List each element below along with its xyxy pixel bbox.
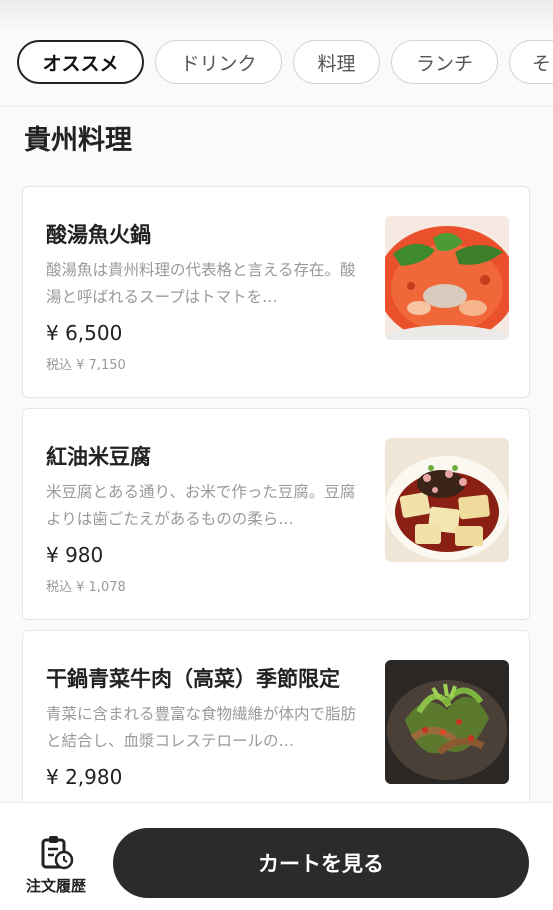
order-history-button[interactable]: 注文履歴 — [10, 833, 102, 895]
menu-item-card[interactable]: 紅油米豆腐 米豆腐とある通り、お米で作った豆腐。豆腐よりは歯ごたえがあるものの柔… — [22, 408, 530, 620]
item-price: ¥ 2,980 — [46, 765, 123, 789]
item-description: 酸湯魚は貴州料理の代表格と言える存在。酸湯と呼ばれるスープはトマトを… — [46, 261, 356, 306]
item-description: 米豆腐とある通り、お米で作った豆腐。豆腐よりは歯ごたえがあるものの柔ら… — [46, 483, 356, 528]
item-photo[interactable] — [385, 438, 509, 562]
order-history-label: 注文履歴 — [25, 877, 86, 895]
view-cart-button[interactable]: カートを見る — [113, 828, 529, 898]
item-price: ¥ 980 — [46, 543, 104, 567]
item-tax-price: 税込 ¥ 1,078 — [46, 580, 126, 595]
tab-dishes[interactable]: 料理 — [293, 40, 380, 84]
item-description: 青菜に含まれる豊富な食物繊維が体内で脂肪と結合し、血漿コレステロールの… — [46, 705, 357, 750]
section-title: 貴州料理 — [24, 125, 132, 156]
category-tabs: オススメ ドリンク 料理 ランチ そ — [0, 32, 553, 107]
item-name: 紅油米豆腐 — [46, 445, 151, 469]
tab-other[interactable]: そ — [509, 40, 553, 84]
bottom-action-bar: 注文履歴 カートを見る — [0, 802, 553, 910]
tab-drinks[interactable]: ドリンク — [155, 40, 282, 84]
tab-recommended[interactable]: オススメ — [17, 40, 144, 84]
tab-lunch[interactable]: ランチ — [391, 40, 498, 84]
clipboard-clock-icon — [40, 835, 74, 871]
menu-item-card[interactable]: 酸湯魚火鍋 酸湯魚は貴州料理の代表格と言える存在。酸湯と呼ばれるスープはトマトを… — [22, 186, 530, 398]
item-name: 干鍋青菜牛肉（高菜）季節限定 — [46, 667, 340, 691]
item-photo[interactable] — [385, 660, 509, 784]
item-name: 酸湯魚火鍋 — [46, 223, 151, 247]
top-shadow — [0, 0, 553, 32]
item-tax-price: 税込 ¥ 7,150 — [46, 358, 126, 373]
item-photo[interactable] — [385, 216, 509, 340]
item-price: ¥ 6,500 — [46, 321, 123, 345]
